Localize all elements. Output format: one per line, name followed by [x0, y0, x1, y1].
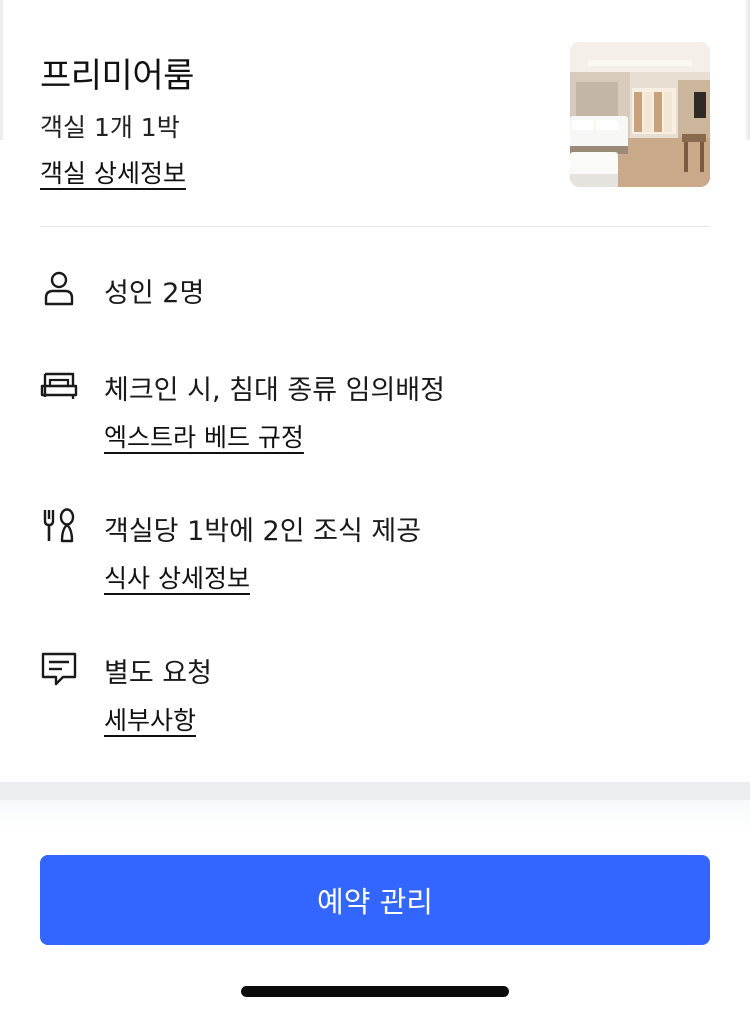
message-icon: [41, 652, 77, 686]
manage-reservation-button[interactable]: 예약 관리: [40, 855, 710, 945]
room-photo-image: [570, 42, 710, 187]
separator-fade: [0, 800, 750, 832]
person-icon: [44, 271, 74, 306]
home-indicator: [241, 986, 509, 997]
edge-shadow-right: [744, 0, 750, 140]
room-summary: 프리미어룸 객실 1개 1박 객실 상세정보: [40, 40, 710, 190]
edge-shadow-left: [0, 0, 3, 140]
extra-bed-policy-link[interactable]: 엑스트라 베드 규정: [104, 418, 304, 454]
bed-icon: [40, 372, 78, 399]
meal-details-link[interactable]: 식사 상세정보: [104, 559, 250, 595]
room-title: 프리미어룸: [40, 56, 194, 96]
guest-count-text: 성인 2명: [104, 278, 205, 309]
room-photo[interactable]: [570, 42, 710, 187]
breakfast-text: 객실당 1박에 2인 조식 제공: [104, 516, 422, 547]
room-count-nights: 객실 1개 1박: [40, 113, 180, 142]
utensils-icon: [43, 508, 75, 543]
request-details-link[interactable]: 세부사항: [104, 701, 196, 737]
section-divider: [40, 226, 710, 227]
reservation-detail-page: 프리미어룸 객실 1개 1박 객실 상세정보 성인 2명 체크인 시, 침대 종…: [0, 0, 750, 1013]
room-details-link[interactable]: 객실 상세정보: [40, 154, 186, 190]
bed-type-text: 체크인 시, 침대 종류 임의배정: [104, 375, 445, 406]
special-request-text: 별도 요청: [104, 658, 212, 689]
section-separator: [0, 782, 750, 800]
